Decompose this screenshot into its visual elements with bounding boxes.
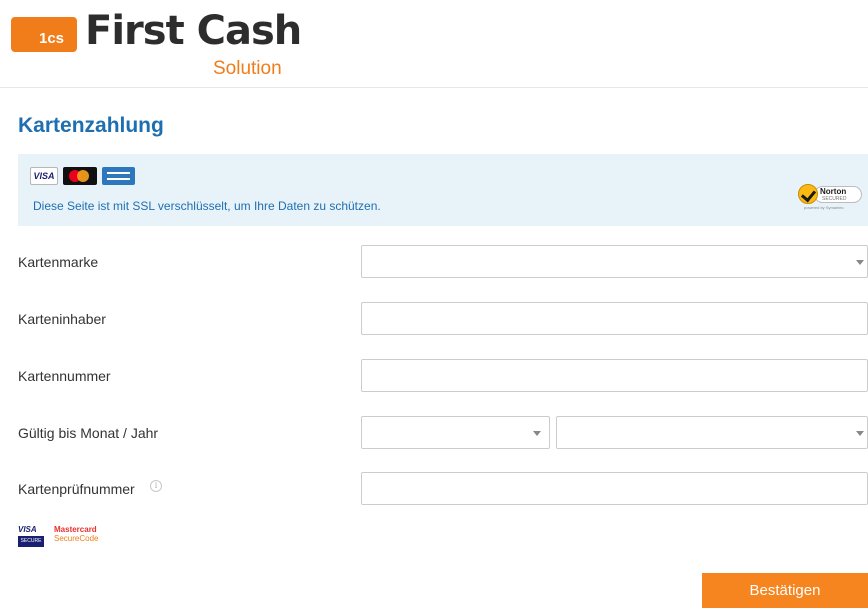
- chevron-down-icon: [533, 431, 541, 436]
- card-number-input[interactable]: [362, 360, 867, 391]
- submit-button[interactable]: Bestätigen: [702, 573, 868, 608]
- ssl-notice: VISA Diese Seite ist mit SSL verschlüsse…: [18, 154, 868, 226]
- logo-text: First Cash: [85, 8, 302, 54]
- logo-badge: 1cs: [11, 17, 77, 52]
- ssl-notice-text: Diese Seite ist mit SSL verschlüsselt, u…: [33, 199, 381, 213]
- chevron-down-icon: [856, 260, 864, 265]
- visa-secure-bottom: SECURE: [18, 536, 44, 547]
- mastercard-securecode-logo: Mastercard SecureCode: [54, 525, 98, 543]
- expiry-label: Gültig bis Monat / Jahr: [18, 425, 159, 441]
- logo-subtitle: Solution: [213, 58, 282, 79]
- norton-secured-text: SECURED: [822, 196, 847, 202]
- visa-secure-logo: VISA SECURE: [18, 525, 44, 547]
- visa-secure-top: VISA: [18, 525, 37, 534]
- card-brand-select[interactable]: [361, 245, 868, 278]
- mastercard-card-icon: [63, 167, 97, 185]
- cvc-field: [361, 472, 868, 505]
- cvc-input[interactable]: [362, 473, 867, 504]
- mastercard-securecode-line1: Mastercard: [54, 525, 97, 534]
- card-holder-label: Karteninhaber: [18, 311, 106, 327]
- mastercard-yellow-circle: [77, 170, 89, 182]
- expiry-year-select[interactable]: [556, 416, 868, 449]
- card-number-label: Kartennummer: [18, 368, 111, 384]
- header: 1cs First Cash Solution: [0, 0, 868, 88]
- card-holder-field: [361, 302, 868, 335]
- card-brand-label: Kartenmarke: [18, 254, 99, 270]
- chevron-down-icon: [856, 431, 864, 436]
- card-number-field: [361, 359, 868, 392]
- expiry-month-select[interactable]: [361, 416, 550, 449]
- norton-powered-by: powered by Symantec: [804, 205, 844, 210]
- amex-card-icon: [102, 167, 135, 185]
- mastercard-securecode-line2: SecureCode: [54, 534, 99, 543]
- norton-secured-seal: Norton SECURED powered by Symantec: [798, 184, 864, 210]
- info-icon[interactable]: i: [150, 480, 162, 492]
- cvc-label: Kartenprüfnummer: [18, 481, 135, 497]
- card-holder-input[interactable]: [362, 303, 867, 334]
- page-title: Kartenzahlung: [18, 114, 164, 137]
- amex-stripes: [107, 172, 130, 180]
- norton-name: Norton: [820, 187, 847, 196]
- norton-checkmark-icon: [798, 184, 818, 204]
- visa-card-icon: VISA: [30, 167, 58, 185]
